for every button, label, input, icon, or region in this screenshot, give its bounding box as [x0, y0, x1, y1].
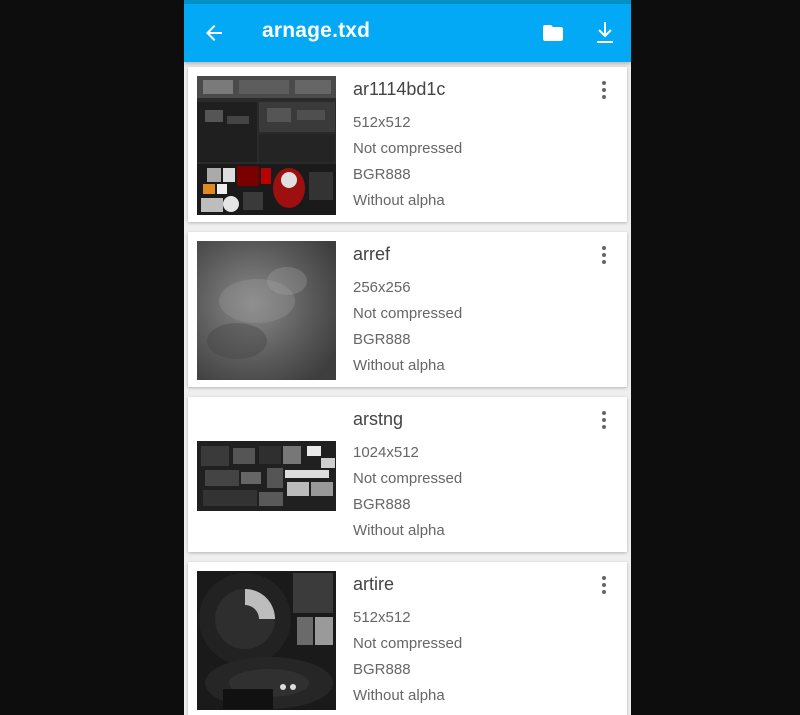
texture-compression: Not compressed	[353, 140, 463, 157]
texture-compression: Not compressed	[353, 305, 463, 322]
arrow-left-icon[interactable]	[202, 21, 226, 45]
texture-card[interactable]: arref 256x256 Not compressed BGR888 With…	[188, 232, 627, 387]
texture-name: arref	[353, 244, 391, 264]
texture-thumbnail	[197, 76, 336, 215]
texture-name: artire	[353, 574, 395, 594]
texture-alpha: Without alpha	[353, 357, 445, 374]
download-icon[interactable]	[593, 20, 617, 46]
texture-size: 1024x512	[353, 444, 419, 461]
texture-thumbnail	[197, 406, 336, 545]
texture-thumbnail	[197, 241, 336, 380]
texture-name: ar1114bd1c	[353, 79, 446, 99]
app-bar: arnage.txd	[184, 4, 631, 62]
more-vert-icon[interactable]	[594, 79, 614, 101]
page-title: arnage.txd	[262, 19, 371, 42]
texture-alpha: Without alpha	[353, 687, 445, 704]
texture-card[interactable]: arstng 1024x512 Not compressed BGR888 Wi…	[188, 397, 627, 552]
texture-card[interactable]: artire 512x512 Not compressed BGR888 Wit…	[188, 562, 627, 715]
texture-compression: Not compressed	[353, 635, 463, 652]
texture-format: BGR888	[353, 331, 411, 348]
more-vert-icon[interactable]	[594, 574, 614, 596]
texture-thumbnail	[197, 571, 336, 710]
texture-size: 256x256	[353, 279, 411, 296]
texture-format: BGR888	[353, 166, 411, 183]
texture-name: arstng	[353, 409, 404, 429]
more-vert-icon[interactable]	[594, 409, 614, 431]
app-screen: arnage.txd ar1114bd1c 512x512 Not compre…	[184, 0, 631, 715]
texture-compression: Not compressed	[353, 470, 463, 487]
texture-format: BGR888	[353, 661, 411, 678]
texture-format: BGR888	[353, 496, 411, 513]
more-vert-icon[interactable]	[594, 244, 614, 266]
folder-icon[interactable]	[541, 21, 565, 45]
texture-size: 512x512	[353, 609, 411, 626]
texture-alpha: Without alpha	[353, 522, 445, 539]
texture-card[interactable]: ar1114bd1c 512x512 Not compressed BGR888…	[188, 67, 627, 222]
texture-size: 512x512	[353, 114, 411, 131]
texture-alpha: Without alpha	[353, 192, 445, 209]
